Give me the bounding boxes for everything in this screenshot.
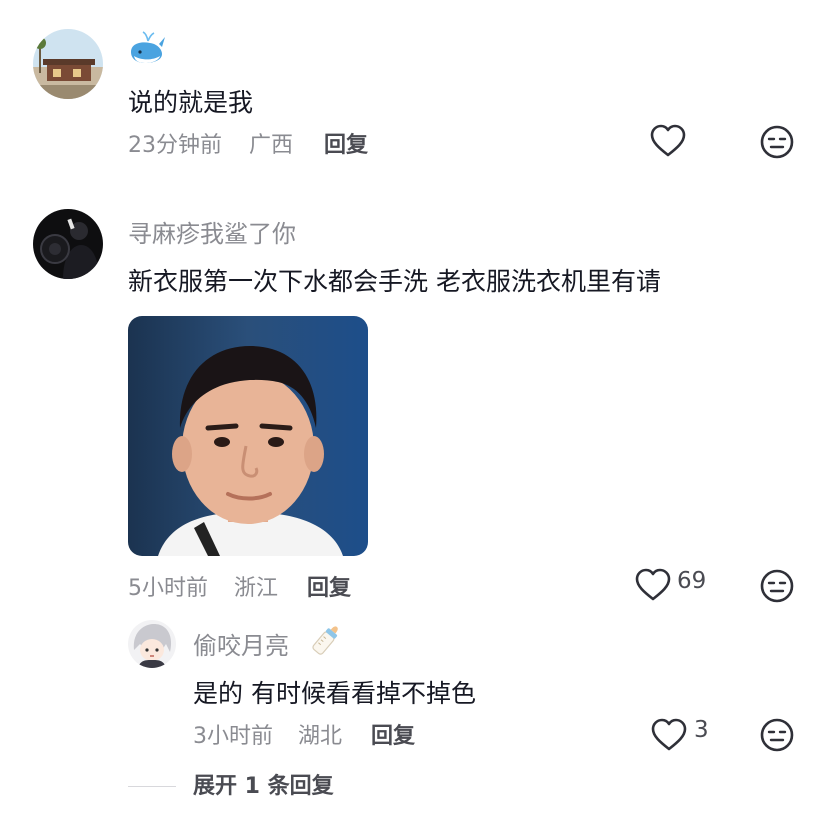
- neutral-face-icon[interactable]: [759, 717, 795, 753]
- avatar[interactable]: [128, 620, 176, 668]
- heart-outline-icon[interactable]: [651, 718, 687, 752]
- expand-replies-button[interactable]: 展开 1 条回复: [193, 768, 334, 800]
- comment-text: 说的就是我: [128, 88, 254, 117]
- reply-button[interactable]: 回复: [307, 570, 351, 602]
- reply-button[interactable]: 回复: [324, 127, 368, 159]
- comment-image[interactable]: [128, 316, 368, 556]
- reply-button[interactable]: 回复: [371, 718, 415, 750]
- heart-outline-icon[interactable]: [635, 568, 671, 602]
- comment-location: 广西: [249, 133, 294, 158]
- man-face-photo: [128, 316, 368, 556]
- username-emoji: [128, 30, 166, 66]
- avatar[interactable]: [33, 209, 103, 279]
- anime-girl-avatar: [128, 620, 176, 668]
- like-count: 3: [694, 717, 709, 743]
- heart-outline-icon[interactable]: [650, 124, 686, 158]
- comment-time: 5小时前: [128, 576, 208, 601]
- like-count: 69: [677, 568, 707, 594]
- reply-location: 湖北: [298, 724, 343, 749]
- reply-text: 是的 有时候看看掉不掉色: [193, 679, 476, 708]
- expand-divider: [128, 786, 176, 787]
- comment-text: 新衣服第一次下水都会手洗 老衣服洗衣机里有请: [128, 267, 661, 296]
- neutral-face-icon[interactable]: [759, 124, 795, 160]
- baby-bottle-icon: [307, 621, 345, 659]
- neutral-face-icon[interactable]: [759, 568, 795, 604]
- reply-username[interactable]: 偷咬月亮: [193, 626, 289, 661]
- house-photo-avatar: [33, 29, 103, 99]
- username[interactable]: 寻麻疹我鲨了你: [128, 214, 296, 249]
- avatar[interactable]: [33, 29, 103, 99]
- whale-icon: [131, 31, 165, 63]
- reply-time: 3小时前: [193, 724, 273, 749]
- comment-location: 浙江: [234, 576, 279, 601]
- dark-person-avatar: [33, 209, 103, 279]
- comment-time: 23分钟前: [128, 133, 222, 158]
